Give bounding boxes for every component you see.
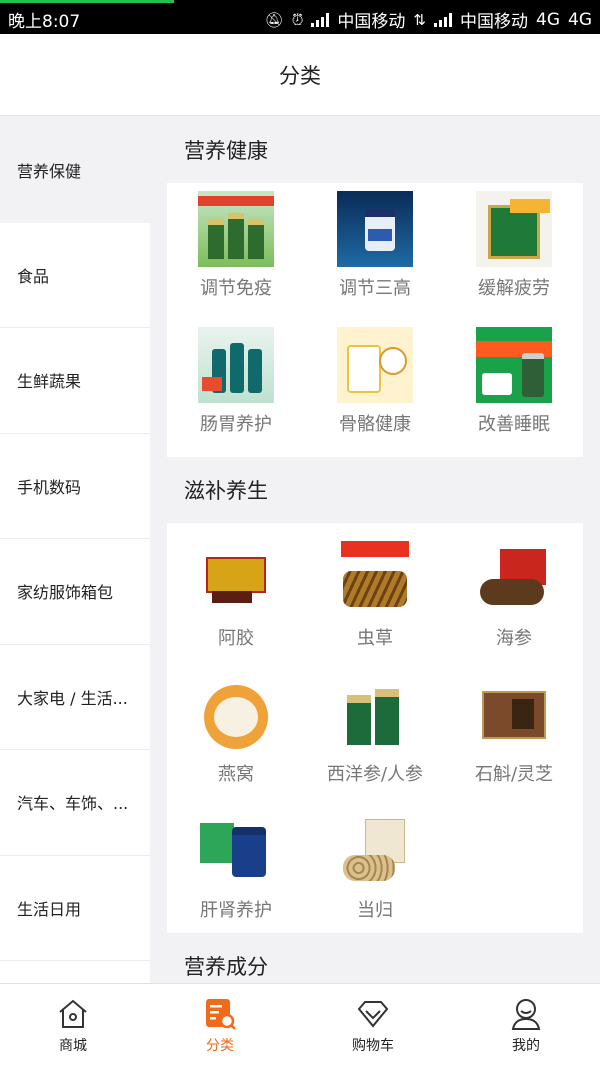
category-tile-label: 燕窝 — [218, 764, 254, 785]
category-tile-label: 肠胃养护 — [200, 414, 272, 435]
tab-home[interactable]: 商城 — [23, 984, 123, 1067]
tab-cart[interactable]: 购物车 — [323, 984, 423, 1067]
sidebar-item-daily-use[interactable]: 生活日用 — [0, 855, 150, 961]
melatonin-product-icon — [476, 327, 552, 403]
tab-label: 购物车 — [352, 1038, 394, 1054]
signal-icon — [434, 12, 452, 27]
immune-product-icon — [198, 191, 274, 267]
section-card-tonic: 阿胶 虫草 海参 燕窝 西洋参/人参 石斛/灵芝 肝肾养护 当归 — [167, 523, 583, 933]
alarm-icon: ⏰︎ — [291, 10, 304, 29]
section-title: 营养成分 — [184, 955, 268, 979]
category-tile[interactable]: 肝肾养护 — [176, 813, 296, 922]
category-tile[interactable]: 调节三高 — [315, 191, 435, 300]
category-tile-label: 骨骼健康 — [339, 414, 411, 435]
tab-profile[interactable]: 我的 — [476, 984, 576, 1067]
profile-icon — [509, 997, 543, 1031]
category-tile[interactable]: 石斛/灵芝 — [454, 677, 574, 786]
dendrobium-product-icon — [476, 677, 552, 753]
diamond-cart-icon — [356, 997, 390, 1031]
sea-cucumber-product-icon — [476, 541, 552, 617]
category-tile-label: 虫草 — [357, 628, 393, 649]
sidebar-item-nutrition[interactable]: 营养保健 — [0, 117, 150, 223]
data-transfer-icon: ⇅ — [413, 10, 426, 29]
sidebar-item-label: 手机数码 — [17, 477, 82, 497]
sidebar-item-fresh-produce[interactable]: 生鲜蔬果 — [0, 328, 150, 434]
ginseng-product-icon — [337, 677, 413, 753]
omega3-product-icon — [337, 191, 413, 267]
birds-nest-product-icon — [198, 677, 274, 753]
category-content[interactable]: 营养健康 调节免疫 调节三高 缓解疲劳 肠胃养护 骨骼健康 改善睡眠 滋补养生 — [150, 117, 600, 983]
category-icon — [203, 997, 237, 1031]
category-tile-label: 阿胶 — [218, 628, 254, 649]
category-tile[interactable]: 燕窝 — [176, 677, 296, 786]
network-type-1: 4G — [536, 9, 560, 30]
category-tile-label: 西洋参/人参 — [326, 764, 424, 785]
sidebar-item-digital[interactable]: 手机数码 — [0, 433, 150, 539]
sidebar-item-food[interactable]: 食品 — [0, 222, 150, 328]
category-tile[interactable]: 西洋参/人参 — [315, 677, 435, 786]
category-tile[interactable]: 海参 — [454, 541, 574, 650]
cordyceps-product-icon — [337, 541, 413, 617]
anti-fatigue-product-icon — [476, 191, 552, 267]
category-tile[interactable]: 当归 — [315, 813, 435, 922]
category-tile-label: 肝肾养护 — [200, 900, 272, 921]
probiotic-product-icon — [198, 327, 274, 403]
category-tile[interactable]: 虫草 — [315, 541, 435, 650]
category-tile[interactable]: 缓解疲劳 — [454, 191, 574, 300]
carrier-2: 中国移动 — [460, 12, 528, 32]
sidebar-item-apparel[interactable]: 家纺服饰箱包 — [0, 539, 150, 645]
sidebar-item-label: 大家电 / 生活... — [17, 688, 128, 708]
tab-label: 分类 — [206, 1038, 234, 1054]
carrier-1: 中国移动 — [337, 12, 406, 32]
category-tile-label: 当归 — [357, 900, 393, 921]
page-header: 分类 — [0, 34, 600, 116]
tab-label: 商城 — [59, 1038, 87, 1054]
loading-progress-bar — [0, 0, 174, 3]
section-title: 营养健康 — [184, 139, 268, 163]
sidebar-item-label: 营养保健 — [17, 161, 82, 181]
mute-icon: 🔕︎ — [264, 10, 284, 29]
sidebar-item-appliances[interactable]: 大家电 / 生活... — [0, 644, 150, 750]
sidebar-item-label: 食品 — [17, 266, 50, 286]
category-tile[interactable]: 肠胃养护 — [176, 327, 296, 436]
section-card-nutrition-health: 调节免疫 调节三高 缓解疲劳 肠胃养护 骨骼健康 改善睡眠 — [167, 183, 583, 457]
liver-kidney-product-icon — [198, 813, 274, 889]
sidebar-item-automotive[interactable]: 汽车、车饰、... — [0, 750, 150, 856]
sidebar-item-label: 生活日用 — [17, 899, 82, 919]
angelica-product-icon — [337, 813, 413, 889]
tab-label: 我的 — [512, 1038, 540, 1054]
tab-category[interactable]: 分类 — [170, 984, 270, 1067]
home-icon — [56, 997, 90, 1031]
category-tile-label: 海参 — [496, 628, 532, 649]
category-tile-label: 缓解疲劳 — [478, 278, 550, 299]
section-title: 滋补养生 — [184, 479, 268, 503]
category-tile[interactable]: 阿胶 — [176, 541, 296, 650]
category-tile[interactable]: 改善睡眠 — [454, 327, 574, 436]
sidebar-item-label: 生鲜蔬果 — [17, 372, 82, 392]
category-tile[interactable]: 调节免疫 — [176, 191, 296, 300]
sidebar-item-label: 家纺服饰箱包 — [17, 583, 114, 603]
sidebar-item-label: 汽车、车饰、... — [17, 794, 129, 814]
category-tile-label: 调节免疫 — [200, 278, 272, 299]
network-type-2: 4G — [568, 9, 592, 30]
category-tile-label: 改善睡眠 — [478, 414, 550, 435]
status-bar: 晚上8:07 🔕︎ ⏰︎ 中国移动 ⇅ 中国移动 4G 4G — [0, 0, 600, 34]
signal-icon — [311, 12, 330, 27]
calcium-product-icon — [337, 327, 413, 403]
category-tile-label: 调节三高 — [339, 278, 411, 299]
ejiao-product-icon — [198, 541, 274, 617]
status-time: 晚上8:07 — [8, 12, 81, 32]
page-title: 分类 — [279, 63, 321, 88]
category-tile[interactable]: 骨骼健康 — [315, 327, 435, 436]
status-indicators: 🔕︎ ⏰︎ 中国移动 ⇅ 中国移动 4G 4G — [264, 7, 592, 33]
bottom-tab-bar: 商城 分类 购物车 我的 — [0, 983, 600, 1067]
category-tile-label: 石斛/灵芝 — [474, 764, 554, 785]
category-sidebar[interactable]: 营养保健 食品 生鲜蔬果 手机数码 家纺服饰箱包 大家电 / 生活... 汽车、… — [0, 117, 150, 983]
